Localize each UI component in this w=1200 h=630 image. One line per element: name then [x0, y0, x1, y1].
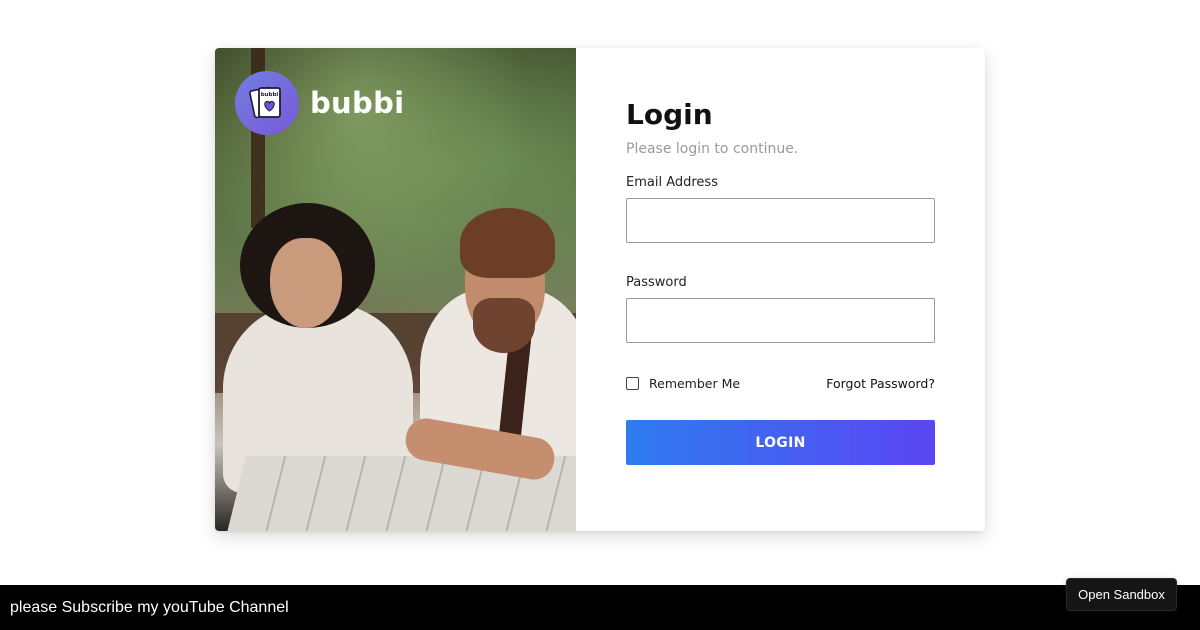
brand-name: bubbi — [310, 86, 405, 120]
remember-me-checkbox[interactable] — [626, 377, 639, 390]
card-heart-icon: bubbi — [249, 86, 281, 119]
email-field[interactable] — [626, 198, 935, 243]
hero-photo: bubbi bubbi — [215, 48, 576, 531]
login-button[interactable]: LOGIN — [626, 420, 935, 465]
password-label: Password — [626, 275, 687, 290]
options-row: Remember Me Forgot Password? — [626, 376, 935, 391]
login-card: bubbi bubbi Login Please login to contin… — [215, 48, 985, 531]
login-form: Login Please login to continue. Email Ad… — [576, 48, 985, 531]
page-subtitle: Please login to continue. — [626, 141, 799, 157]
email-label: Email Address — [626, 175, 718, 190]
brand: bubbi bubbi — [235, 71, 404, 135]
logo-text: bubbi — [261, 92, 279, 98]
forgot-password-link[interactable]: Forgot Password? — [826, 376, 935, 391]
page-title: Login — [626, 98, 713, 131]
remember-me[interactable]: Remember Me — [626, 376, 740, 391]
footer-bar: please Subscribe my youTube Channel — [0, 585, 1200, 630]
remember-me-label: Remember Me — [649, 376, 741, 391]
password-field[interactable] — [626, 298, 935, 343]
footer-text: please Subscribe my youTube Channel — [10, 598, 289, 616]
brand-logo-icon: bubbi — [235, 71, 299, 135]
open-sandbox-button[interactable]: Open Sandbox — [1066, 578, 1177, 611]
